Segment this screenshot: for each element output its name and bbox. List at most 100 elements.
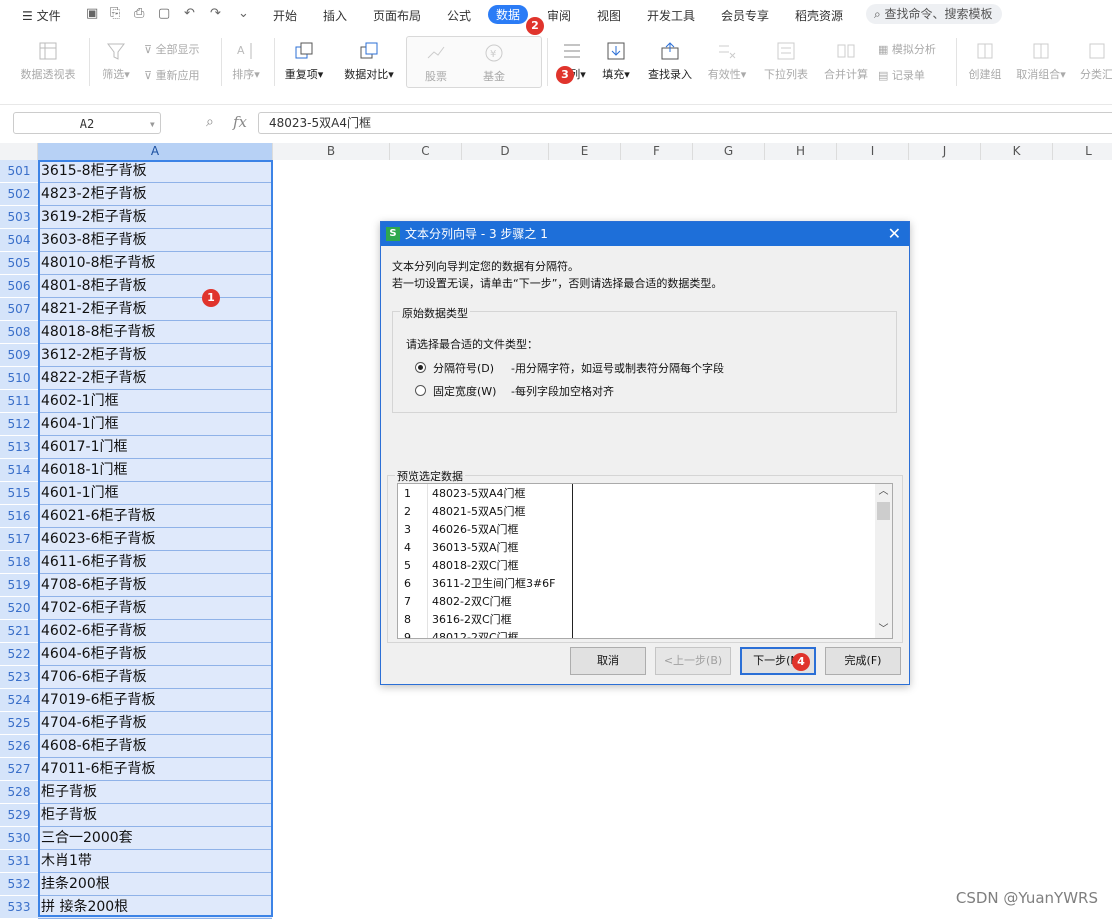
- cell-a[interactable]: 4602-6柜子背板: [38, 620, 272, 643]
- row-header[interactable]: 504: [0, 229, 38, 252]
- row-header[interactable]: 529: [0, 804, 38, 827]
- cell-a[interactable]: 4823-2柜子背板: [38, 183, 272, 206]
- cell-a[interactable]: 4821-2柜子背板: [38, 298, 272, 321]
- row-header[interactable]: 510: [0, 367, 38, 390]
- row-header[interactable]: 530: [0, 827, 38, 850]
- cell-a[interactable]: 47011-6柜子背板: [38, 758, 272, 781]
- row-header[interactable]: 511: [0, 390, 38, 413]
- row-header[interactable]: 508: [0, 321, 38, 344]
- subtotal-button[interactable]: 分类汇: [1080, 40, 1112, 82]
- ungroup-button[interactable]: 取消组合▾: [1012, 40, 1070, 82]
- data-compare-button[interactable]: 数据对比▾: [340, 40, 398, 82]
- pivot-table-button[interactable]: 数据透视表: [16, 40, 80, 82]
- row-header[interactable]: 515: [0, 482, 38, 505]
- command-search[interactable]: ⌕ 查找命令、搜索模板: [866, 4, 1002, 24]
- column-header-h[interactable]: H: [765, 143, 837, 160]
- redo-icon[interactable]: ↷: [210, 6, 221, 21]
- column-header-j[interactable]: J: [909, 143, 981, 160]
- row-header[interactable]: 513: [0, 436, 38, 459]
- fund-button[interactable]: ¥ 基金: [474, 42, 514, 84]
- tab-insert[interactable]: 插入: [323, 7, 347, 24]
- row-header[interactable]: 523: [0, 666, 38, 689]
- cancel-button[interactable]: 取消: [570, 647, 646, 675]
- cell-a[interactable]: 4704-6柜子背板: [38, 712, 272, 735]
- row-header[interactable]: 501: [0, 160, 38, 183]
- preview-scrollbar[interactable]: ︿ ﹀: [875, 484, 892, 638]
- filter-button[interactable]: 筛选▾: [96, 40, 136, 82]
- tab-formulas[interactable]: 公式: [447, 7, 471, 24]
- column-header-e[interactable]: E: [549, 143, 621, 160]
- cell-a[interactable]: 4706-6柜子背板: [38, 666, 272, 689]
- column-header-f[interactable]: F: [621, 143, 693, 160]
- validity-button[interactable]: 有效性▾: [704, 40, 750, 82]
- fill-button[interactable]: 填充▾: [598, 40, 634, 82]
- row-header[interactable]: 518: [0, 551, 38, 574]
- dialog-title-bar[interactable]: S 文本分列向导 - 3 步骤之 1 ✕: [381, 222, 909, 246]
- fx-icon[interactable]: fx: [233, 113, 247, 131]
- cell-a[interactable]: 4708-6柜子背板: [38, 574, 272, 597]
- cell-a[interactable]: 4702-6柜子背板: [38, 597, 272, 620]
- cell-a[interactable]: 3612-2柜子背板: [38, 344, 272, 367]
- finish-button[interactable]: 完成(F): [825, 647, 901, 675]
- print-preview-icon[interactable]: ▢: [158, 6, 170, 21]
- row-header[interactable]: 502: [0, 183, 38, 206]
- row-header[interactable]: 507: [0, 298, 38, 321]
- cell-a[interactable]: 3615-8柜子背板: [38, 160, 272, 183]
- row-header[interactable]: 505: [0, 252, 38, 275]
- column-header-b[interactable]: B: [273, 143, 390, 160]
- chevron-down-icon[interactable]: ﹀: [875, 622, 892, 638]
- row-header[interactable]: 533: [0, 896, 38, 919]
- cell-a[interactable]: 47019-6柜子背板: [38, 689, 272, 712]
- select-all-corner[interactable]: [0, 143, 38, 160]
- consolidate-button[interactable]: 合并计算: [820, 40, 872, 82]
- file-menu[interactable]: ☰ 文件: [22, 7, 61, 24]
- cell-a[interactable]: 48018-8柜子背板: [38, 321, 272, 344]
- cell-a[interactable]: 4611-6柜子背板: [38, 551, 272, 574]
- row-header[interactable]: 503: [0, 206, 38, 229]
- reapply-button[interactable]: ⊽ 重新应用: [144, 67, 200, 83]
- column-header-d[interactable]: D: [462, 143, 549, 160]
- column-header-l[interactable]: L: [1053, 143, 1112, 160]
- column-header-a[interactable]: A: [38, 143, 273, 160]
- row-header[interactable]: 506: [0, 275, 38, 298]
- cell-a[interactable]: 4601-1门框: [38, 482, 272, 505]
- create-group-button[interactable]: 创建组: [964, 40, 1006, 82]
- save-icon[interactable]: ▣: [86, 6, 98, 21]
- tab-home[interactable]: 开始: [273, 7, 297, 24]
- cell-a[interactable]: 3603-8柜子背板: [38, 229, 272, 252]
- cell-a[interactable]: 4602-1门框: [38, 390, 272, 413]
- cell-a[interactable]: 4801-8柜子背板: [38, 275, 272, 298]
- row-header[interactable]: 527: [0, 758, 38, 781]
- column-break-line[interactable]: [572, 484, 573, 638]
- scrollbar-thumb[interactable]: [877, 502, 890, 520]
- tab-docer[interactable]: 稻壳资源: [795, 7, 843, 24]
- sort-button[interactable]: A 排序▾: [228, 40, 264, 82]
- cell-a[interactable]: 4822-2柜子背板: [38, 367, 272, 390]
- delimited-radio[interactable]: [415, 362, 426, 373]
- row-header[interactable]: 525: [0, 712, 38, 735]
- what-if-button[interactable]: ▦ 模拟分析: [878, 41, 936, 57]
- column-header-k[interactable]: K: [981, 143, 1053, 160]
- row-header[interactable]: 531: [0, 850, 38, 873]
- close-icon[interactable]: ✕: [888, 222, 901, 246]
- row-header[interactable]: 532: [0, 873, 38, 896]
- record-form-button[interactable]: ▤ 记录单: [878, 67, 925, 83]
- tab-data[interactable]: 数据: [488, 5, 529, 24]
- column-header-g[interactable]: G: [693, 143, 765, 160]
- export-icon[interactable]: ⎘: [110, 6, 120, 21]
- delimited-label[interactable]: 分隔符号(D): [433, 360, 494, 376]
- cell-a[interactable]: 4604-1门框: [38, 413, 272, 436]
- cell-a[interactable]: 柜子背板: [38, 781, 272, 804]
- row-header[interactable]: 520: [0, 597, 38, 620]
- row-header[interactable]: 521: [0, 620, 38, 643]
- cell-a[interactable]: 46018-1门框: [38, 459, 272, 482]
- stock-button[interactable]: 股票: [416, 42, 456, 84]
- row-header[interactable]: 528: [0, 781, 38, 804]
- dropdown-list-button[interactable]: 下拉列表: [760, 40, 812, 82]
- column-header-i[interactable]: I: [837, 143, 909, 160]
- row-header[interactable]: 517: [0, 528, 38, 551]
- column-header-c[interactable]: C: [390, 143, 462, 160]
- row-header[interactable]: 512: [0, 413, 38, 436]
- cell-a[interactable]: 46021-6柜子背板: [38, 505, 272, 528]
- name-box[interactable]: A2 ▾: [13, 112, 161, 134]
